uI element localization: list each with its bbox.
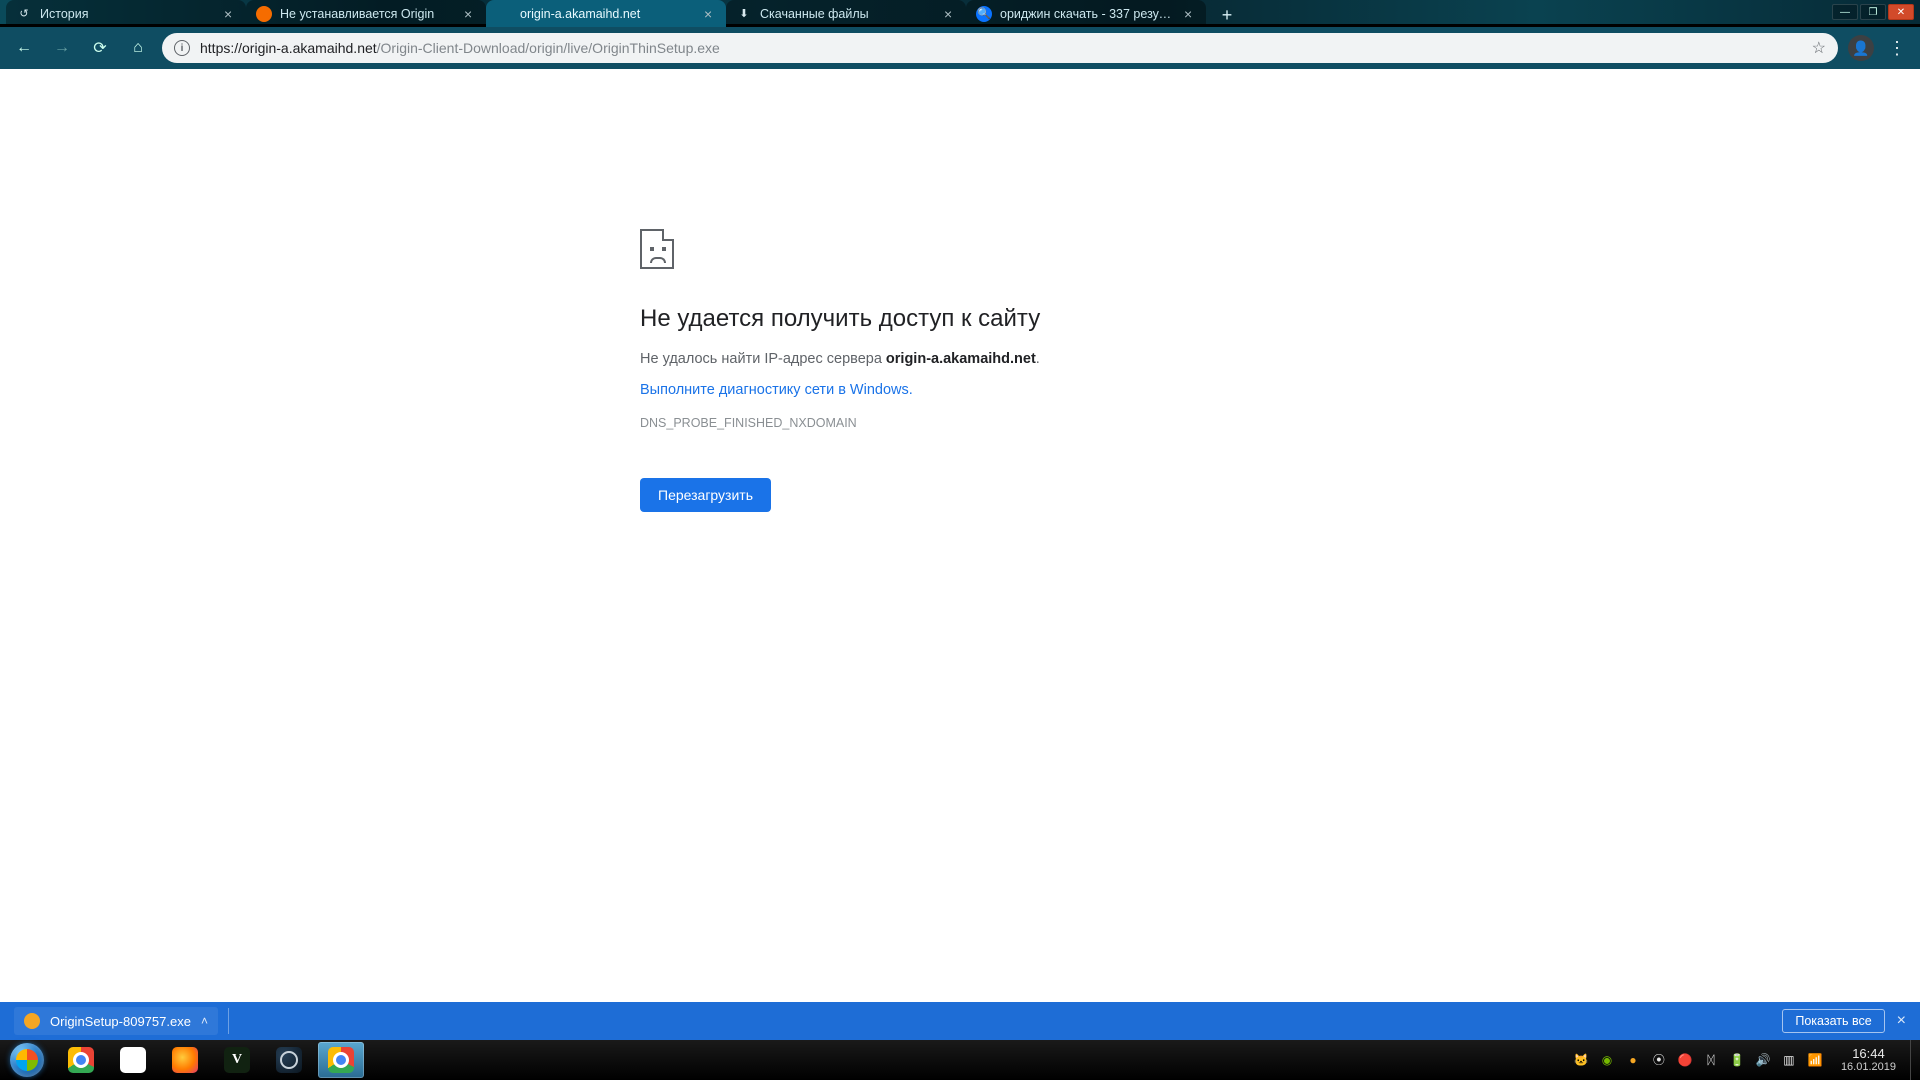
tab-close-icon[interactable]: × <box>464 7 476 21</box>
tab-akamai[interactable]: origin-a.akamaihd.net × <box>486 0 726 27</box>
profile-avatar-button[interactable]: 👤 <box>1848 35 1874 61</box>
taskbar-app-gtav[interactable]: V <box>214 1042 260 1078</box>
download-filename: OriginSetup-809757.exe <box>50 1014 191 1029</box>
nvidia-icon[interactable]: ◉ <box>1599 1052 1615 1068</box>
download-icon: ⬇ <box>736 6 752 22</box>
taskbar-app-chrome[interactable] <box>58 1042 104 1078</box>
error-desc-suffix: . <box>1036 351 1040 367</box>
show-all-downloads-button[interactable]: Показать все <box>1782 1009 1884 1033</box>
site-info-icon[interactable]: i <box>174 40 190 56</box>
download-item[interactable]: OriginSetup-809757.exe ˄ <box>14 1007 218 1035</box>
error-desc-prefix: Не удалось найти IP-адрес сервера <box>640 351 886 367</box>
url-path: /Origin-Client-Download/origin/live/Orig… <box>377 40 720 56</box>
error-container: Не удается получить доступ к сайту Не уд… <box>640 229 1280 512</box>
origin-icon <box>256 6 272 22</box>
taskbar-app-firefox[interactable] <box>162 1042 208 1078</box>
battery-icon[interactable]: 🔋 <box>1729 1052 1745 1068</box>
tab-label: История <box>40 7 216 21</box>
window-close-button[interactable]: ✕ <box>1888 4 1914 20</box>
blank-favicon <box>496 6 512 22</box>
reload-button[interactable]: ⟳ <box>86 34 114 62</box>
yandex-icon: Я <box>120 1047 146 1073</box>
reload-button-primary[interactable]: Перезагрузить <box>640 478 771 512</box>
start-button[interactable] <box>0 1040 54 1080</box>
home-button[interactable]: ⌂ <box>124 34 152 62</box>
url-host: https://origin-a.akamaihd.net <box>200 40 377 56</box>
bookmark-star-icon[interactable]: ☆ <box>1812 38 1826 58</box>
window-minimize-button[interactable]: — <box>1832 4 1858 20</box>
tab-label: ориджин скачать - 337 результ <box>1000 7 1176 21</box>
tab-close-icon[interactable]: × <box>704 7 716 21</box>
tab-label: Скачанные файлы <box>760 7 936 21</box>
tray-icon[interactable]: ▥ <box>1781 1052 1797 1068</box>
history-icon: ↺ <box>16 6 32 22</box>
error-description: Не удалось найти IP-адрес сервера origin… <box>640 351 1280 367</box>
error-code: DNS_PROBE_FINISHED_NXDOMAIN <box>640 416 1280 430</box>
chrome-icon <box>328 1047 354 1073</box>
tab-close-icon[interactable]: × <box>1184 7 1196 21</box>
tab-downloads[interactable]: ⬇ Скачанные файлы × <box>726 0 966 27</box>
separator <box>228 1008 229 1034</box>
sad-page-icon <box>640 229 674 269</box>
forward-button[interactable]: → <box>48 34 76 62</box>
tray-icon[interactable]: 🔴 <box>1677 1052 1693 1068</box>
tab-label: Не устанавливается Origin <box>280 7 456 21</box>
tab-strip: ↺ История × Не устанавливается Origin × … <box>0 0 1800 27</box>
tab-label: origin-a.akamaihd.net <box>520 7 696 21</box>
network-diagnostics-link[interactable]: Выполните диагностику сети в Windows. <box>640 382 913 398</box>
close-shelf-button[interactable]: × <box>1897 1012 1906 1030</box>
address-bar[interactable]: i https://origin-a.akamaihd.net/Origin-C… <box>162 33 1838 63</box>
back-button[interactable]: ← <box>10 34 38 62</box>
tray-icon[interactable]: ● <box>1625 1052 1641 1068</box>
window-maximize-button[interactable]: ❐ <box>1860 4 1886 20</box>
chrome-icon <box>68 1047 94 1073</box>
taskbar-app-chrome-active[interactable] <box>318 1042 364 1078</box>
download-shelf: OriginSetup-809757.exe ˄ Показать все × <box>0 1002 1920 1040</box>
exe-file-icon <box>24 1013 40 1029</box>
clock-time: 16:44 <box>1841 1047 1896 1061</box>
tray-icon[interactable]: ᛞ <box>1703 1052 1719 1068</box>
taskbar-clock[interactable]: 16:44 16.01.2019 <box>1833 1047 1904 1073</box>
windows-taskbar: Я V 🐱 ◉ ● ⦿ 🔴 ᛞ 🔋 🔊 ▥ 📶 16:44 16.01.2019 <box>0 1040 1920 1080</box>
page-content: Не удается получить доступ к сайту Не уд… <box>0 69 1920 1002</box>
volume-icon[interactable]: 🔊 <box>1755 1052 1771 1068</box>
tray-icon[interactable]: 🐱 <box>1573 1052 1589 1068</box>
tab-history[interactable]: ↺ История × <box>6 0 246 27</box>
url-text: https://origin-a.akamaihd.net/Origin-Cli… <box>200 40 1802 56</box>
download-options-icon[interactable]: ˄ <box>201 1014 208 1028</box>
system-tray: 🐱 ◉ ● ⦿ 🔴 ᛞ 🔋 🔊 ▥ 📶 16:44 16.01.2019 <box>1567 1047 1910 1073</box>
new-tab-button[interactable]: + <box>1212 3 1242 27</box>
browser-toolbar: ← → ⟳ ⌂ i https://origin-a.akamaihd.net/… <box>0 27 1920 69</box>
error-heading: Не удается получить доступ к сайту <box>640 305 1280 333</box>
tab-search-results[interactable]: 🔍 ориджин скачать - 337 результ × <box>966 0 1206 27</box>
clock-date: 16.01.2019 <box>1841 1061 1896 1073</box>
search-icon: 🔍 <box>976 6 992 22</box>
show-desktop-button[interactable] <box>1910 1040 1920 1080</box>
steam-icon <box>276 1047 302 1073</box>
firefox-icon <box>172 1047 198 1073</box>
taskbar-apps: Я V <box>54 1042 364 1078</box>
error-desc-domain: origin-a.akamaihd.net <box>886 351 1036 367</box>
browser-menu-button[interactable]: ⋮ <box>1884 38 1910 59</box>
gtav-icon: V <box>224 1047 250 1073</box>
tab-close-icon[interactable]: × <box>224 7 236 21</box>
network-icon[interactable]: 📶 <box>1807 1052 1823 1068</box>
tab-origin-forum[interactable]: Не устанавливается Origin × <box>246 0 486 27</box>
tab-close-icon[interactable]: × <box>944 7 956 21</box>
tray-icon[interactable]: ⦿ <box>1651 1052 1667 1068</box>
taskbar-app-steam[interactable] <box>266 1042 312 1078</box>
start-orb-icon <box>10 1043 44 1077</box>
taskbar-app-yandex[interactable]: Я <box>110 1042 156 1078</box>
